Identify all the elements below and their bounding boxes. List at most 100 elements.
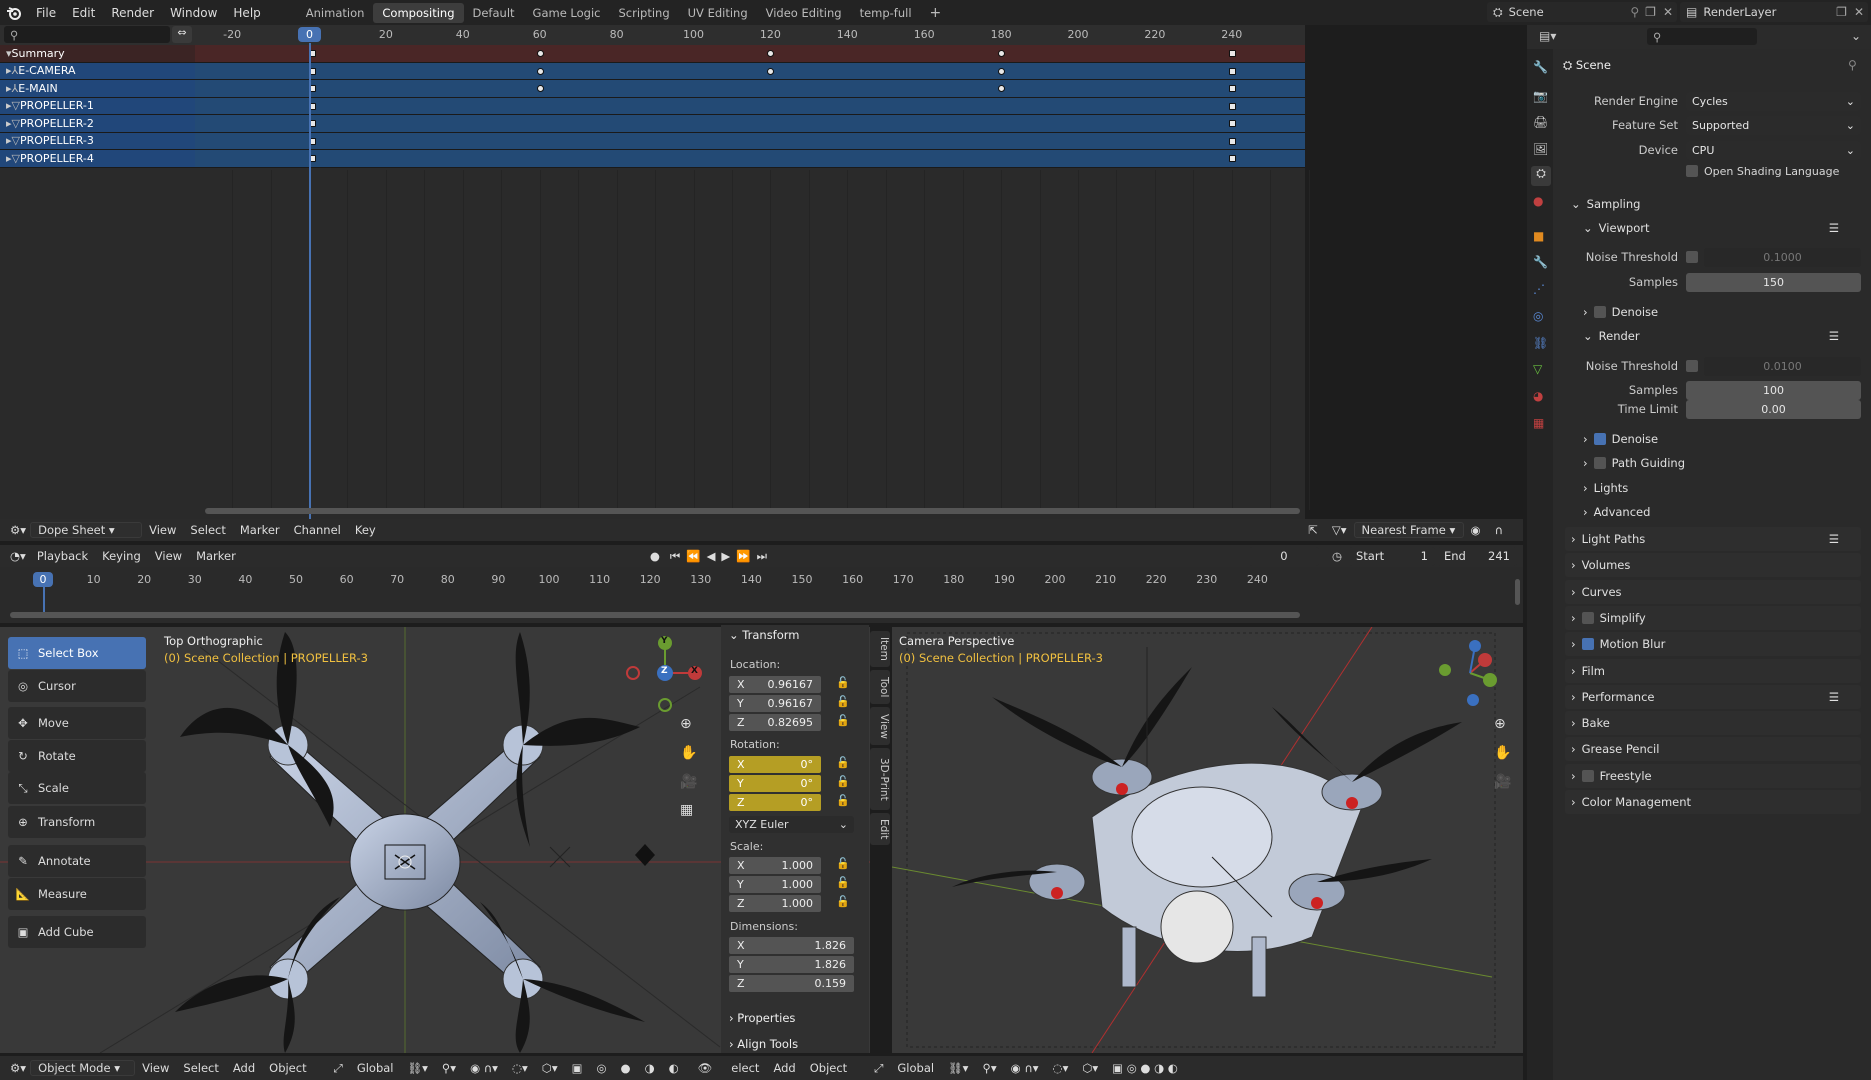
viewport-camera[interactable]: [892, 627, 1523, 1053]
keyframe[interactable]: [998, 67, 1006, 75]
panel-curves[interactable]: › Curves: [1565, 579, 1861, 604]
list-icon[interactable]: ☰: [1829, 690, 1861, 704]
lock-icon[interactable]: 🔓: [836, 775, 850, 788]
tool-move[interactable]: ✥ Move: [8, 707, 146, 739]
dimensions-y-field[interactable]: Y 1.826: [729, 956, 854, 973]
rotation-y-field[interactable]: Y 0°: [729, 775, 821, 792]
vp-menu-view[interactable]: View: [135, 1061, 176, 1075]
panel-bake[interactable]: › Bake: [1565, 711, 1861, 736]
keyframe[interactable]: [998, 50, 1006, 57]
play-icon[interactable]: ▶: [718, 549, 733, 563]
blender-logo-icon[interactable]: [0, 6, 28, 20]
gizmo-toggle-icon[interactable]: ◌▾: [505, 1061, 535, 1075]
channel-track[interactable]: [195, 115, 1305, 132]
prev-key-icon[interactable]: ⏪: [683, 549, 703, 563]
timeline-current-frame-badge[interactable]: 0: [33, 572, 53, 587]
properties-search-input[interactable]: ⚲: [1647, 28, 1757, 45]
panel-film[interactable]: › Film: [1565, 658, 1861, 683]
channel-track[interactable]: [195, 80, 1305, 97]
xray-icon[interactable]: ▣: [565, 1061, 590, 1075]
lock-icon[interactable]: 🔓: [836, 857, 850, 870]
timeline-menu-view[interactable]: View: [148, 549, 189, 563]
panel-simplify[interactable]: › Simplify: [1565, 605, 1861, 630]
vp-menu-add-right[interactable]: Add: [766, 1061, 802, 1075]
lock-icon[interactable]: 🔓: [836, 756, 850, 769]
n-tab-edit[interactable]: Edit: [870, 813, 890, 845]
n-tab-view[interactable]: View: [870, 707, 890, 745]
channel-track[interactable]: [195, 45, 1305, 62]
scale-z-field[interactable]: Z 1.000: [729, 895, 821, 912]
channel-track[interactable]: [195, 133, 1305, 150]
dope-mode-select[interactable]: Dope Sheet ▾: [30, 522, 143, 538]
n-tab-item[interactable]: Item: [870, 631, 890, 667]
channel-row[interactable]: ▸ ▽ PROPELLER-2: [0, 115, 1305, 133]
properties-editor-type-icon[interactable]: ▤▾: [1539, 29, 1556, 43]
shading-right-icon[interactable]: ▣ ◎ ● ◑ ◐: [1105, 1061, 1185, 1075]
dope-menu-select[interactable]: Select: [183, 523, 232, 537]
tab-output-icon[interactable]: 🖨: [1533, 115, 1548, 129]
tab-render-icon[interactable]: 📷: [1533, 89, 1548, 103]
tab-constraints-icon[interactable]: ⛓: [1533, 336, 1548, 350]
timeline-v-scrollbar[interactable]: [1515, 579, 1520, 605]
keyframe[interactable]: [1228, 50, 1236, 57]
camera-zoom-icon[interactable]: ⊕: [1494, 716, 1506, 732]
keyframe[interactable]: [1228, 67, 1236, 75]
viewport-samples-field[interactable]: 150: [1686, 272, 1861, 292]
channel-row[interactable]: ▾ Summary: [0, 45, 1305, 63]
timeline-h-scrollbar[interactable]: [10, 612, 1300, 618]
pin-icon[interactable]: ⚲: [1627, 5, 1642, 19]
orientation-icon[interactable]: ⤢: [314, 1061, 350, 1076]
tab-particles-icon[interactable]: ⋰: [1533, 282, 1545, 296]
tool-measure[interactable]: 📐 Measure: [8, 878, 146, 910]
render-denoise-header[interactable]: › Denoise: [1565, 427, 1861, 451]
menu-file[interactable]: File: [28, 6, 64, 20]
panel-color-management[interactable]: › Color Management: [1565, 790, 1861, 814]
tab-view-layer-icon[interactable]: 🖼: [1533, 142, 1548, 156]
dimensions-z-field[interactable]: Z 0.159: [729, 975, 854, 992]
list-icon[interactable]: ☰: [1829, 221, 1861, 235]
shading-material-icon[interactable]: ◑: [638, 1061, 662, 1075]
location-z-field[interactable]: Z 0.82695: [729, 714, 821, 731]
lock-icon[interactable]: 🔓: [836, 895, 850, 908]
workspace-tab-animation[interactable]: Animation: [297, 3, 374, 23]
dope-menu-marker[interactable]: Marker: [233, 523, 287, 537]
channel-row[interactable]: ▸ ⅄ E-CAMERA: [0, 62, 1305, 80]
n-tab-3d-print[interactable]: 3D-Print: [870, 748, 890, 810]
location-y-field[interactable]: Y 0.96167: [729, 695, 821, 712]
render-samples-field[interactable]: 100: [1686, 380, 1861, 400]
keyframe[interactable]: [536, 85, 544, 92]
camera-view-icon[interactable]: 🎥: [680, 774, 697, 790]
panel-volumes[interactable]: › Volumes: [1565, 553, 1861, 578]
properties-section[interactable]: › Properties: [729, 1011, 795, 1025]
channel-name[interactable]: ▸ ⅄ E-MAIN: [0, 80, 195, 97]
dope-current-frame-badge[interactable]: 0: [298, 27, 321, 42]
viewport-noise-threshold-checkbox[interactable]: [1686, 251, 1698, 263]
record-icon[interactable]: ●: [643, 549, 667, 563]
timeline-menu-keying[interactable]: Keying: [95, 549, 148, 563]
workspace-tab-scripting[interactable]: Scripting: [609, 3, 678, 23]
workspace-tab-compositing[interactable]: Compositing: [373, 2, 464, 23]
timeline-menu-marker[interactable]: Marker: [189, 549, 243, 563]
tab-scene-icon[interactable]: ⛭: [1531, 166, 1551, 186]
viewport-noise-threshold-field[interactable]: 0.1000: [1704, 247, 1861, 267]
scale-x-field[interactable]: X 1.000: [729, 857, 821, 874]
orientation-select[interactable]: Global: [350, 1061, 401, 1075]
workspace-tab-default[interactable]: Default: [464, 3, 524, 23]
transform-panel-header[interactable]: ⌄ Transform: [729, 628, 800, 642]
osl-checkbox[interactable]: [1686, 165, 1698, 177]
object-mode-select[interactable]: Object Mode ▾: [30, 1060, 136, 1076]
navigation-gizmo[interactable]: Y X Z: [625, 635, 705, 715]
workspace-tab-temp-full[interactable]: temp-full: [851, 3, 921, 23]
sampling-panel-header[interactable]: ⌄ Sampling: [1565, 192, 1861, 216]
dimensions-x-field[interactable]: X 1.826: [729, 937, 854, 954]
viewport-denoise-header[interactable]: › Denoise: [1565, 300, 1861, 324]
keyframe[interactable]: [767, 67, 775, 75]
keyframe[interactable]: [1228, 85, 1236, 92]
timeline-ruler[interactable]: 10 20 30 40 50 60 70 80 90 100 110 120 130 140 150 160 1…: [0, 573, 1310, 589]
channel-track[interactable]: [195, 98, 1305, 115]
dope-menu-channel[interactable]: Channel: [287, 523, 348, 537]
device-select[interactable]: CPU ⌄: [1686, 140, 1861, 160]
jump-end-icon[interactable]: ⏭: [754, 549, 770, 564]
add-workspace-icon[interactable]: +: [921, 2, 951, 24]
properties-options-icon[interactable]: ⌄: [1851, 29, 1861, 43]
